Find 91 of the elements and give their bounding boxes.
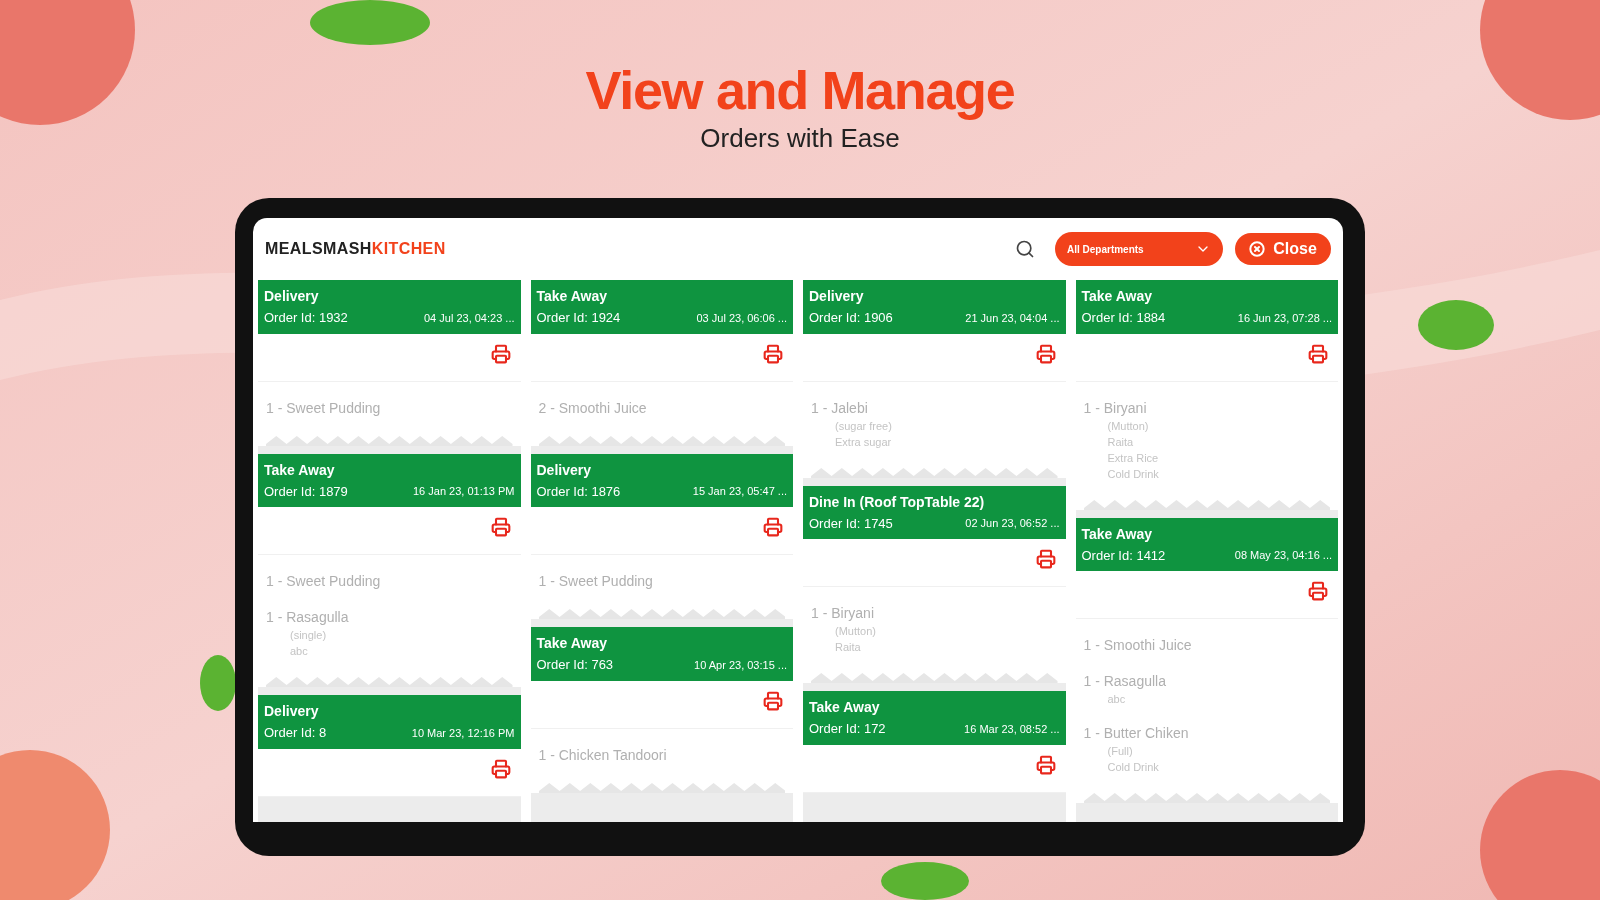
app-logo: MEALSMASHKITCHEN <box>265 239 446 259</box>
order-card[interactable]: Dine In (Roof TopTable 22) Order Id: 1745 02 Jun 23, 06:52 ... 1 - Biryani (Mutton) Raita <box>803 485 1066 683</box>
order-id: Order Id: 1932 <box>264 309 348 327</box>
printer-icon[interactable] <box>490 758 511 779</box>
order-id: Order Id: 763 <box>536 656 614 674</box>
order-type: Delivery <box>536 460 592 480</box>
page-subtitle: Orders with Ease <box>700 122 900 154</box>
printer-icon[interactable] <box>763 343 783 364</box>
close-button[interactable]: Close <box>1235 233 1331 265</box>
item-note: (sugar free) <box>834 418 893 434</box>
printer-icon[interactable] <box>1035 549 1056 569</box>
item-note: Cold Drink <box>1106 760 1160 775</box>
item-name: 1 - Chicken Tandoori <box>538 745 668 765</box>
page-title: View and Manage <box>585 59 1015 122</box>
item-name: 1 - Sweet Pudding <box>266 398 382 418</box>
order-id: Order Id: 1876 <box>536 482 621 501</box>
department-select[interactable]: All Departments <box>1055 232 1223 266</box>
item-note: Raita <box>834 640 862 655</box>
order-date: 10 Apr 23, 03:15 ... <box>694 657 787 673</box>
order-id: Order Id: 172 <box>809 720 886 738</box>
close-icon <box>1249 241 1266 257</box>
order-card[interactable]: Take Away Order Id: 172 16 Mar 23, 08:52 ... <box>803 691 1066 793</box>
order-card[interactable]: Delivery Order Id: 1932 04 Jul 23, 04:23 ... 1 - Sweet Pudding <box>258 280 521 446</box>
order-date: 16 Jan 23, 01:13 PM <box>413 484 515 499</box>
order-date: 16 Jun 23, 07:28 ... <box>1237 310 1332 326</box>
order-type: Take Away <box>264 460 336 480</box>
item-note: abc <box>1106 692 1127 707</box>
order-type: Take Away <box>1081 524 1154 544</box>
order-date: 10 Mar 23, 12:16 PM <box>411 725 515 741</box>
order-type: Take Away <box>536 287 609 306</box>
printer-icon[interactable] <box>1308 581 1328 601</box>
item-name: 1 - Butter Chiken <box>1083 724 1190 743</box>
order-card[interactable]: Take Away Order Id: 1879 16 Jan 23, 01:13 PM 1 - Sweet Pudding 1 - Rasagulla (single) abc <box>258 453 521 687</box>
item-name: 1 - Biryani <box>811 604 876 623</box>
search-icon[interactable] <box>1015 239 1035 259</box>
item-note: (Mutton) <box>1106 418 1150 434</box>
item-note: (Full) <box>1106 744 1134 759</box>
leaf-icon <box>200 655 236 711</box>
order-id: Order Id: 1884 <box>1081 309 1166 327</box>
order-date: 15 Jan 23, 05:47 ... <box>692 484 787 499</box>
order-date: 02 Jun 23, 06:52 ... <box>965 516 1060 531</box>
item-name: 1 - Smoothi Juice <box>1083 636 1193 655</box>
order-id: Order Id: 1879 <box>264 482 348 501</box>
item-name: 2 - Smoothi Juice <box>538 398 648 418</box>
order-date: 08 May 23, 04:16 ... <box>1234 548 1332 563</box>
item-name: 1 - Rasagulla <box>266 608 350 627</box>
printer-icon[interactable] <box>490 343 511 364</box>
order-card[interactable]: Delivery Order Id: 1906 21 Jun 23, 04:04 ... 1 - Jalebi (sugar free) Extra sugar <box>803 280 1066 478</box>
printer-icon[interactable] <box>763 690 783 711</box>
item-name: 1 - Sweet Pudding <box>538 572 654 591</box>
order-type: Delivery <box>264 287 320 306</box>
printer-icon[interactable] <box>763 517 783 537</box>
order-id: Order Id: 1924 <box>536 309 621 327</box>
order-date: 21 Jun 23, 04:04 ... <box>965 310 1060 326</box>
order-id: Order Id: 1906 <box>809 309 893 327</box>
item-name: 1 - Rasagulla <box>1083 672 1167 691</box>
item-note: (single) <box>289 628 328 643</box>
printer-icon[interactable] <box>1035 754 1056 775</box>
item-name: 1 - Biryani <box>1083 398 1148 418</box>
order-date: 04 Jul 23, 04:23 ... <box>424 310 515 326</box>
order-id: Order Id: 1412 <box>1081 546 1166 565</box>
item-note: abc <box>289 644 309 659</box>
order-type: Delivery <box>809 287 865 306</box>
printer-icon[interactable] <box>1035 343 1056 364</box>
order-type: Delivery <box>264 702 320 721</box>
order-type: Take Away <box>1081 287 1154 306</box>
printer-icon[interactable] <box>490 517 511 537</box>
order-id: Order Id: 1745 <box>809 514 893 533</box>
order-date: 16 Mar 23, 08:52 ... <box>964 721 1060 737</box>
leaf-icon <box>1418 300 1494 350</box>
printer-icon[interactable] <box>1308 343 1328 364</box>
order-id: Order Id: 8 <box>264 724 327 742</box>
item-note: (Mutton) <box>834 624 877 639</box>
order-card[interactable]: Take Away Order Id: 1924 03 Jul 23, 06:06 ... 2 - Smoothi Juice <box>530 280 793 446</box>
order-card[interactable]: Take Away Order Id: 1412 08 May 23, 04:16 ... 1 - Smoothi Juice 1 - Rasagulla abc 1 - Butter Chiken (Full) Cold Drink <box>1075 517 1338 803</box>
order-card[interactable]: Take Away Order Id: 763 10 Apr 23, 03:15 ... 1 - Chicken Tandoori <box>530 627 793 793</box>
item-name: 1 - Jalebi <box>811 398 869 418</box>
order-card[interactable]: Take Away Order Id: 1884 16 Jun 23, 07:28 ... 1 - Biryani (Mutton) Raita Extra Rice Cold Drink <box>1075 280 1338 510</box>
order-type: Dine In (Roof TopTable 22) <box>809 492 986 512</box>
order-card[interactable]: Delivery Order Id: 8 10 Mar 23, 12:16 PM <box>258 695 521 797</box>
order-type: Take Away <box>809 698 881 717</box>
order-card[interactable]: Delivery Order Id: 1876 15 Jan 23, 05:47 ... 1 - Sweet Pudding <box>530 453 793 619</box>
item-note: Extra Rice <box>1106 450 1160 466</box>
item-note: Raita <box>1106 434 1135 450</box>
item-note: Extra sugar <box>834 434 893 450</box>
leaf-icon <box>881 862 969 900</box>
item-name: 1 - Sweet Pudding <box>266 572 382 591</box>
order-date: 03 Jul 23, 06:06 ... <box>696 310 787 326</box>
item-note: Cold Drink <box>1106 466 1160 482</box>
leaf-icon <box>310 0 430 45</box>
order-type: Take Away <box>536 634 609 653</box>
